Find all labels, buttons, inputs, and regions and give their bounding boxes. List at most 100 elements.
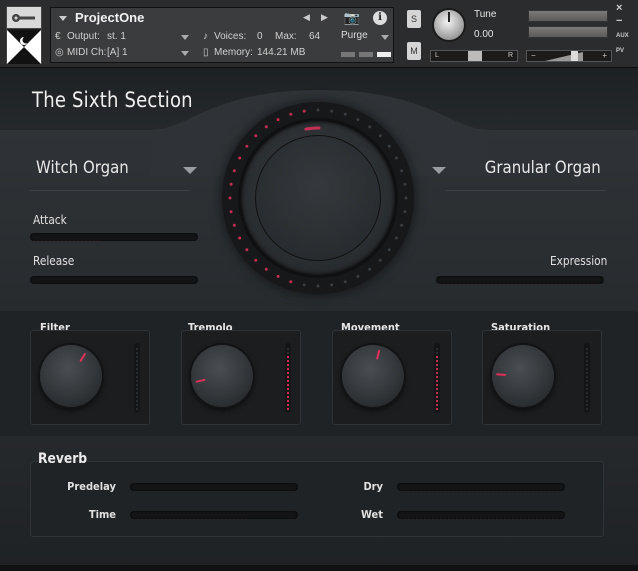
right-source-dropdown-icon[interactable] — [432, 167, 446, 174]
meter-dot — [585, 375, 589, 379]
pan-slider[interactable]: L R — [430, 50, 518, 62]
saturation-module — [482, 330, 602, 425]
release-slider[interactable] — [30, 276, 198, 284]
camera-icon[interactable]: 📷 — [339, 10, 365, 28]
meter-dot — [135, 403, 139, 407]
kontakt-instrument-header: ProjectOne ◀ ▶ 📷 i € Output: st. 1 ♪ Voi… — [0, 0, 638, 68]
tremolo-knob[interactable] — [191, 345, 253, 407]
info-icon[interactable]: i — [373, 11, 387, 25]
filter-module — [30, 330, 150, 425]
aux-button[interactable]: AUX — [616, 33, 629, 39]
program-name[interactable]: ProjectOne — [75, 10, 144, 25]
dial-dot — [400, 169, 404, 173]
meter-dot — [286, 395, 290, 399]
main-dial-inner — [241, 121, 395, 275]
volume-slider[interactable]: − + — [526, 50, 612, 62]
wet-slider[interactable] — [397, 511, 565, 519]
filter-knob[interactable] — [40, 345, 102, 407]
meter-dot — [286, 391, 290, 395]
movement-knob[interactable] — [342, 345, 404, 407]
meter-dot — [135, 391, 139, 395]
level-meter-left — [528, 10, 608, 22]
volume-handle[interactable] — [571, 51, 578, 61]
meter-dot — [435, 375, 439, 379]
dial-dot — [404, 196, 408, 200]
saturation-meter — [584, 343, 590, 413]
next-program-button[interactable]: ▶ — [321, 12, 328, 23]
meter-dot — [135, 395, 139, 399]
output-icon: € — [55, 31, 61, 42]
meter-dot — [585, 347, 589, 351]
pan-handle[interactable] — [468, 51, 482, 61]
program-menu-icon[interactable] — [59, 16, 67, 21]
midi-dropdown-icon[interactable] — [181, 51, 189, 56]
output-label: Output: — [67, 31, 100, 42]
reverb-module — [30, 461, 604, 537]
meter-dot — [435, 403, 439, 407]
left-source-select[interactable]: Witch Organ — [36, 158, 129, 178]
right-source-select[interactable]: Granular Organ — [485, 158, 601, 178]
dial-dot — [228, 196, 232, 200]
pan-left-label: L — [435, 52, 439, 59]
output-value[interactable]: st. 1 — [107, 31, 126, 42]
time-slider[interactable] — [130, 511, 298, 519]
expression-slider[interactable] — [436, 276, 604, 284]
meter-dot — [585, 407, 589, 411]
output-dropdown-icon[interactable] — [181, 35, 189, 40]
predelay-slider[interactable] — [130, 483, 298, 491]
midi-channel-value[interactable]: [A] 1 — [107, 47, 128, 58]
prev-program-button[interactable]: ◀ — [303, 12, 310, 23]
meter-dot — [135, 383, 139, 387]
dial-dot — [356, 274, 360, 278]
meter-dot — [435, 355, 439, 359]
level-meter-right — [528, 26, 608, 38]
meter-dot — [135, 379, 139, 383]
meter-dot — [585, 371, 589, 375]
volume-minus-label: − — [531, 51, 536, 60]
dial-dot — [232, 223, 236, 227]
minimize-icon[interactable]: − — [616, 15, 622, 27]
footer-strip — [0, 565, 638, 571]
meter-dot — [286, 375, 290, 379]
voices-label: Voices: — [214, 31, 247, 42]
dry-slider[interactable] — [397, 483, 565, 491]
meter-dot — [435, 395, 439, 399]
meter-dot — [286, 363, 290, 367]
main-dial[interactable] — [222, 102, 414, 294]
wrench-icon[interactable] — [7, 7, 41, 29]
solo-button[interactable]: S — [407, 10, 421, 28]
close-icon[interactable]: × — [616, 2, 622, 14]
tune-knob[interactable] — [432, 8, 466, 42]
pv-button[interactable]: PV — [616, 48, 624, 54]
meter-dot — [135, 375, 139, 379]
meter-dot — [286, 359, 290, 363]
meter-dot — [286, 355, 290, 359]
purge-indicator — [359, 52, 373, 57]
left-source-dropdown-icon[interactable] — [183, 167, 197, 174]
dial-dot — [316, 284, 320, 288]
meter-dot — [435, 383, 439, 387]
meter-dot — [585, 395, 589, 399]
meter-dot — [135, 355, 139, 359]
meter-dot — [286, 399, 290, 403]
meter-dot — [135, 351, 139, 355]
purge-menu[interactable]: Purge — [337, 30, 393, 45]
mute-button[interactable]: M — [407, 42, 421, 60]
attack-slider[interactable] — [30, 233, 198, 241]
meter-dot — [435, 407, 439, 411]
meter-dot — [286, 371, 290, 375]
dial-dot — [316, 108, 320, 112]
max-voices-value[interactable]: 64 — [309, 31, 320, 42]
dial-dot — [330, 283, 334, 287]
meter-dot — [585, 367, 589, 371]
saturation-knob[interactable] — [492, 345, 554, 407]
meter-dot — [435, 347, 439, 351]
filter-meter — [134, 343, 140, 413]
dial-dot — [229, 210, 233, 214]
left-source-underline — [30, 190, 190, 191]
dial-dot — [229, 182, 233, 186]
instrument-logo — [6, 6, 42, 64]
meter-dot — [435, 379, 439, 383]
meter-dot — [585, 383, 589, 387]
dial-dot — [330, 109, 334, 113]
